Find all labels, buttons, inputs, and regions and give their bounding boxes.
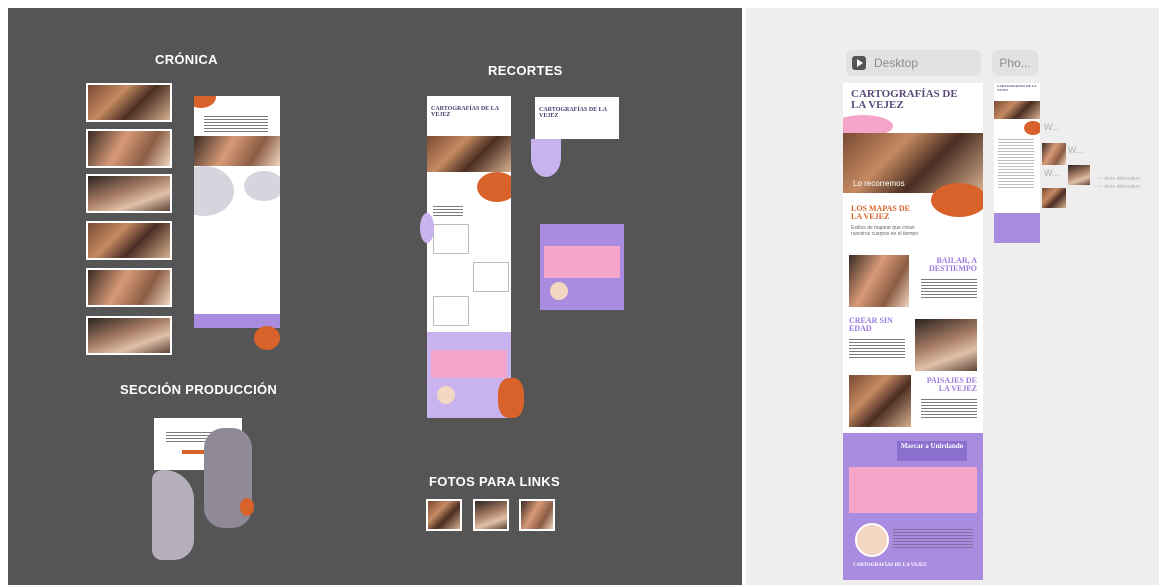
phone-list-label-2: W... (1068, 145, 1084, 155)
link-photo-1[interactable] (426, 499, 462, 531)
section-title-crear: CREAR SIN EDAD (849, 316, 893, 333)
text-lines (921, 399, 977, 419)
tab-desktop[interactable]: Desktop (846, 50, 981, 76)
text-lines (204, 116, 268, 134)
section-title-fotos: FOTOS PARA LINKS (429, 474, 560, 489)
cronica-photo-1[interactable] (86, 83, 172, 122)
hero-caption: Lo recorremos (853, 179, 905, 188)
phone-list-photo-1 (1042, 143, 1066, 165)
banner-label: Marcar a Unirdando (897, 441, 967, 461)
preview-panel: Desktop Pho... CARTOGRAFÍAS DE LA VEJEZ … (746, 8, 1159, 585)
cronica-photo-6[interactable] (86, 316, 172, 355)
text-lines (921, 279, 977, 299)
decor-blob (254, 326, 280, 350)
placeholder-box (433, 224, 469, 254)
tab-phone[interactable]: Pho... (992, 50, 1038, 76)
tab-phone-label: Pho... (999, 56, 1031, 70)
section-title-bailar: BAILAR, A DESTIEMPO (928, 256, 977, 273)
text-lines (893, 529, 973, 549)
decor-blob (420, 213, 434, 243)
cronica-photo-4[interactable] (86, 221, 172, 260)
decor-blob (477, 172, 511, 202)
decor-blob (931, 183, 983, 217)
phone-list-label-3: W... (1044, 168, 1060, 178)
recortes-crop-title: CARTOGRAFÍAS DE LA VEJEZ (539, 107, 607, 120)
footer-title: CARTOGRAFÍAS DE LA VEJEZ (853, 563, 927, 568)
text-lines (849, 339, 905, 359)
phone-note-2: — texto alternativo (1098, 184, 1140, 190)
decor-blob (531, 139, 561, 177)
link-photo-2[interactable] (473, 499, 509, 531)
link-photo-3[interactable] (519, 499, 555, 531)
cronica-photo-5[interactable] (86, 268, 172, 307)
recortes-header-crop[interactable]: CARTOGRAFÍAS DE LA VEJEZ (535, 97, 619, 139)
recortes-hero-photo (427, 136, 511, 172)
avatar (437, 386, 455, 404)
decor-blob (194, 166, 234, 216)
recortes-frame[interactable]: CARTOGRAFÍAS DE LA VEJEZ (427, 96, 511, 418)
section-title-paisajes: PAISAJES DE LA VEJEZ (926, 376, 977, 393)
recortes-banner-crop[interactable] (540, 224, 624, 310)
photo-crear (915, 319, 977, 371)
placeholder-box (473, 262, 509, 292)
avatar (855, 523, 889, 557)
cronica-photo-2[interactable] (86, 129, 172, 168)
decor-blob (1024, 121, 1040, 135)
section-title-recortes: RECORTES (488, 63, 563, 78)
page-title: CARTOGRAFÍAS DE LA VEJEZ (851, 88, 958, 111)
section-title-cronica: CRÓNICA (155, 52, 218, 67)
recortes-frame-title: CARTOGRAFÍAS DE LA VEJEZ (431, 106, 499, 119)
placeholder-box (433, 296, 469, 326)
desktop-page-preview[interactable]: CARTOGRAFÍAS DE LA VEJEZ Lo recorremos L… (843, 83, 983, 580)
phone-footer (994, 213, 1040, 243)
phone-note-1: — texto alternativo (1098, 176, 1140, 182)
recortes-pink-block (431, 350, 507, 378)
play-icon (852, 56, 866, 70)
cronica-frame[interactable] (194, 96, 280, 328)
decor-blob (194, 96, 216, 108)
cronica-photo-3[interactable] (86, 174, 172, 213)
banner-pink-block (544, 246, 620, 278)
section-title-mapas: LOS MAPAS DE LA VEJEZ (851, 204, 910, 221)
tab-desktop-label: Desktop (874, 56, 919, 70)
photo-bailar (849, 255, 909, 307)
decor-blob (240, 498, 254, 516)
decor-blob (498, 378, 524, 418)
phone-hero-photo (994, 101, 1040, 119)
section-title-produccion: SECCIÓN PRODUCCIÓN (120, 382, 278, 397)
text-lines (998, 139, 1034, 189)
section-text-mapas: Estilos de mapear que crean nuestros cue… (851, 225, 918, 237)
phone-list-label-1: W... (1044, 122, 1060, 132)
produccion-decor (152, 470, 194, 560)
banner-pink-block (849, 467, 977, 513)
avatar (550, 282, 568, 300)
phone-page-preview[interactable]: CARTOGRAFÍAS DE LA VEJEZ (994, 83, 1040, 243)
decor-blob (244, 171, 280, 201)
phone-frame-title: CARTOGRAFÍAS DE LA VEJEZ (997, 84, 1037, 92)
design-canvas[interactable]: CRÓNICA RECORTES SECCIÓN PRODUCCIÓN FOTO… (8, 8, 742, 585)
photo-paisajes (849, 375, 911, 427)
text-lines (433, 206, 463, 216)
phone-list-photo-3 (1042, 188, 1066, 208)
cronica-frame-photo (194, 136, 280, 166)
phone-list-photo-2 (1068, 165, 1090, 185)
